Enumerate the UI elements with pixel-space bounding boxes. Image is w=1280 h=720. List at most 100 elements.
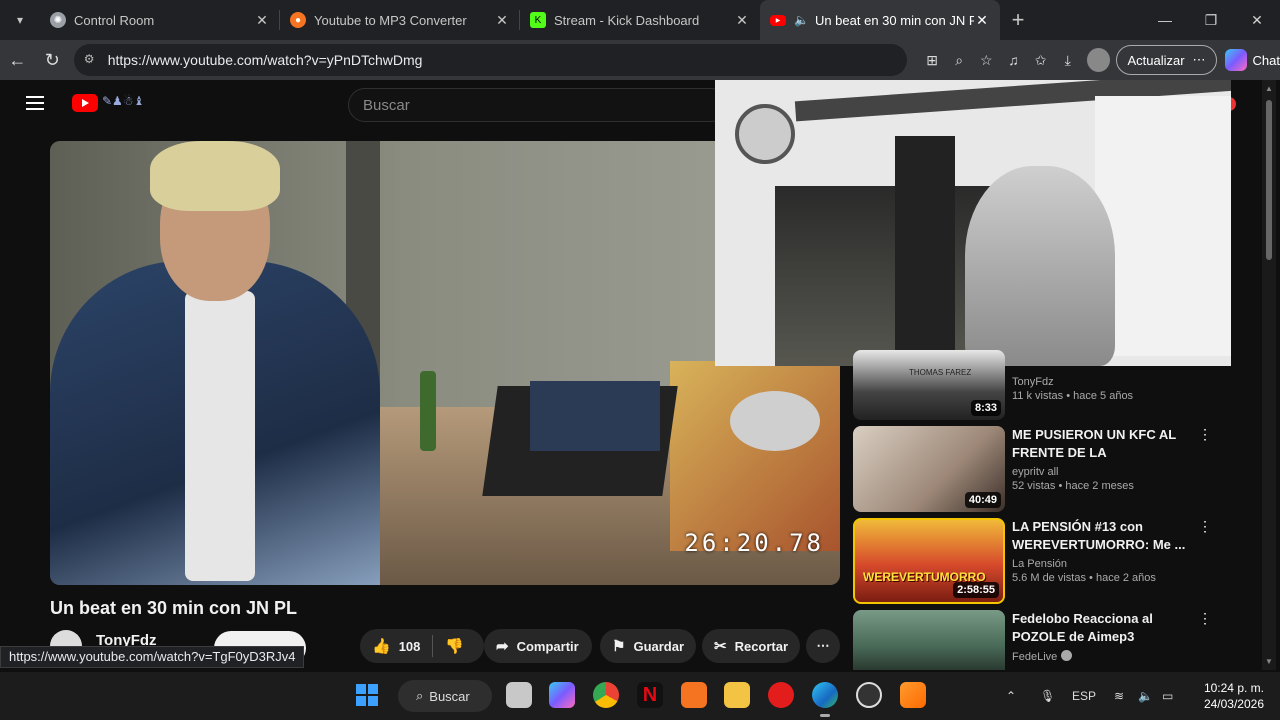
favorite-star-icon[interactable]: ☆ [973,46,1000,74]
recommendation-stats: 5.6 M de vistas • hace 2 años [1012,572,1156,584]
webcam-overlay [715,80,1231,366]
task-view-icon[interactable] [506,682,532,708]
speaker-icon[interactable]: 🔈 [794,13,809,27]
clock-date: 24/03/2026 [1203,697,1264,711]
netflix-icon[interactable]: N [637,682,663,708]
battery-icon[interactable]: ▭ [1162,672,1173,720]
recommendation-item[interactable]: THOMAS FAREZ 8:33 TonyFdz 11 k vistas • … [853,350,1213,420]
more-options-icon[interactable]: ⋮ [1197,518,1213,535]
copilot-chat-button[interactable]: Chat [1224,49,1280,71]
favorites-icon[interactable]: ✩ [1027,46,1054,74]
browser-toolbar: ← ↻ ⚙ https://www.youtube.com/watch?v=yP… [0,40,1280,80]
volume-icon[interactable]: 🔈 [1138,672,1153,720]
system-clock[interactable]: 10:24 p. m. 24/03/2026 [1204,680,1264,712]
more-actions-button[interactable]: ⋯ [806,629,840,663]
recommendation-item[interactable]: WEREVERTUMORRO 2:58:55 LA PENSIÓN #13 co… [853,518,1213,604]
gear-icon: ✺ [50,12,66,28]
scroll-up-icon[interactable]: ▲ [1265,84,1273,93]
download-icon[interactable]: ⤓ [1054,46,1081,74]
search-input[interactable]: Buscar [348,88,728,122]
close-icon[interactable]: ✕ [254,12,270,29]
close-icon[interactable]: ✕ [494,12,510,29]
scroll-down-icon[interactable]: ▼ [1265,657,1273,666]
recommendation-item[interactable]: 40:49 ME PUSIERON UN KFC AL FRENTE DE LA… [853,426,1213,512]
minimize-button[interactable]: — [1142,0,1188,40]
copilot-icon [1224,49,1247,71]
file-explorer-icon[interactable] [724,682,750,708]
reload-button[interactable]: ↻ [35,44,70,76]
scrollbar-thumb[interactable] [1266,100,1272,260]
chrome-icon[interactable] [593,682,619,708]
doodle-icon[interactable]: ✎♟☃♝ [102,94,144,108]
tab-control-room[interactable]: ✺ Control Room ✕ [40,0,280,40]
start-button[interactable] [356,684,378,706]
more-options-icon[interactable]: ⋮ [1197,426,1213,443]
copilot-icon[interactable] [549,682,575,708]
views: 52 vistas [1012,480,1056,492]
thumbs-up-icon[interactable]: 👍 [372,637,391,655]
fl-studio-icon[interactable] [900,682,926,708]
youtube-logo[interactable] [72,94,98,112]
restore-button[interactable]: ❐ [1188,0,1234,40]
save-button[interactable]: ⚑ Guardar [600,629,696,663]
recommendation-stats: 52 vistas • hace 2 meses [1012,480,1134,492]
zoom-icon[interactable]: ⌕ [946,46,973,74]
recommendation-channel[interactable]: La Pensión [1012,558,1192,570]
recommendation-title[interactable]: ME PUSIERON UN KFC AL FRENTE DE LA CASA.… [1012,426,1192,462]
close-icon[interactable]: ✕ [734,12,750,29]
recommendation-title[interactable]: Fedelobo Reacciona al POZOLE de Aimep3 [1012,610,1192,646]
tab-kick-dashboard[interactable]: K Stream - Kick Dashboard ✕ [520,0,760,40]
site-info-icon[interactable]: ⚙ [84,52,100,68]
new-tab-button[interactable]: + [1000,0,1036,40]
clip-button[interactable]: ✂ Recortar [702,629,800,663]
thumbs-down-icon[interactable]: 👎 [445,637,464,655]
video-title: Un beat en 30 min con JN PL [50,598,298,618]
recommendation-meta: Fedelobo Reacciona al POZOLE de Aimep3 F… [1012,610,1192,663]
like-count[interactable]: 108 [399,639,421,654]
page-scrollbar[interactable]: ▲ ▼ [1262,80,1276,670]
edge-icon[interactable] [812,682,838,717]
tray-overflow-icon[interactable]: ⌃ [1006,672,1016,720]
tab-search-button[interactable]: ▾ [0,0,40,40]
video-scene [420,371,436,451]
recommendation-thumbnail[interactable] [853,610,1005,670]
video-person [185,291,255,581]
update-button[interactable]: Actualizar ⋯ [1116,45,1217,75]
share-button[interactable]: ➦ Compartir [484,629,592,663]
recommendation-thumbnail[interactable]: WEREVERTUMORRO 2:58:55 [853,518,1005,604]
recommendation-item[interactable]: Fedelobo Reacciona al POZOLE de Aimep3 F… [853,610,1213,670]
more-options-icon[interactable]: ⋮ [1197,610,1213,627]
microphone-icon[interactable]: 🎙 [1040,672,1055,720]
url-text: https://www.youtube.com/watch?v=yPnDTchw… [107,52,423,68]
profile-avatar[interactable] [1087,48,1111,72]
apps-icon[interactable]: ⊞ [919,46,946,74]
divider [432,635,434,657]
video-timecode: 26:20.78 [684,529,824,557]
close-icon[interactable]: ✕ [974,12,990,29]
back-button[interactable]: ← [0,44,35,76]
converter-app-icon[interactable] [681,682,707,708]
recommendation-channel[interactable]: TonyFdz [1012,376,1192,388]
search-icon: ⌕ [416,688,424,703]
media-control-icon[interactable]: ♫ [1000,46,1027,74]
media-player-icon[interactable] [768,682,794,708]
taskbar-search[interactable]: ⌕ Buscar [398,680,492,712]
recommendation-channel[interactable]: eypritv all [1012,466,1192,478]
address-bar[interactable]: ⚙ https://www.youtube.com/watch?v=yPnDTc… [73,44,907,76]
video-scene [530,381,660,451]
recommendation-channel[interactable]: FedeLive [1012,651,1057,663]
recommendation-thumbnail[interactable]: THOMAS FAREZ 8:33 [853,350,1005,420]
wifi-icon[interactable]: ≋ [1114,672,1124,720]
recommendation-meta: LA PENSIÓN #13 con WEREVERTUMORRO: Me ..… [1012,518,1192,584]
obs-icon[interactable] [856,682,882,708]
menu-icon[interactable] [26,96,44,110]
close-window-button[interactable]: ✕ [1234,0,1280,40]
video-person [150,141,280,211]
recommendation-title[interactable]: LA PENSIÓN #13 con WEREVERTUMORRO: Me ..… [1012,518,1192,554]
tab-mp3-converter[interactable]: ● Youtube to MP3 Converter ✕ [280,0,520,40]
share-label: Compartir [516,638,579,654]
recommendation-thumbnail[interactable]: 40:49 [853,426,1005,512]
window-controls: — ❐ ✕ [1142,0,1280,40]
language-indicator[interactable]: ESP [1072,672,1096,720]
tab-youtube-video[interactable]: ▶ 🔈 Un beat en 30 min con JN PL ✕ [760,0,1000,40]
